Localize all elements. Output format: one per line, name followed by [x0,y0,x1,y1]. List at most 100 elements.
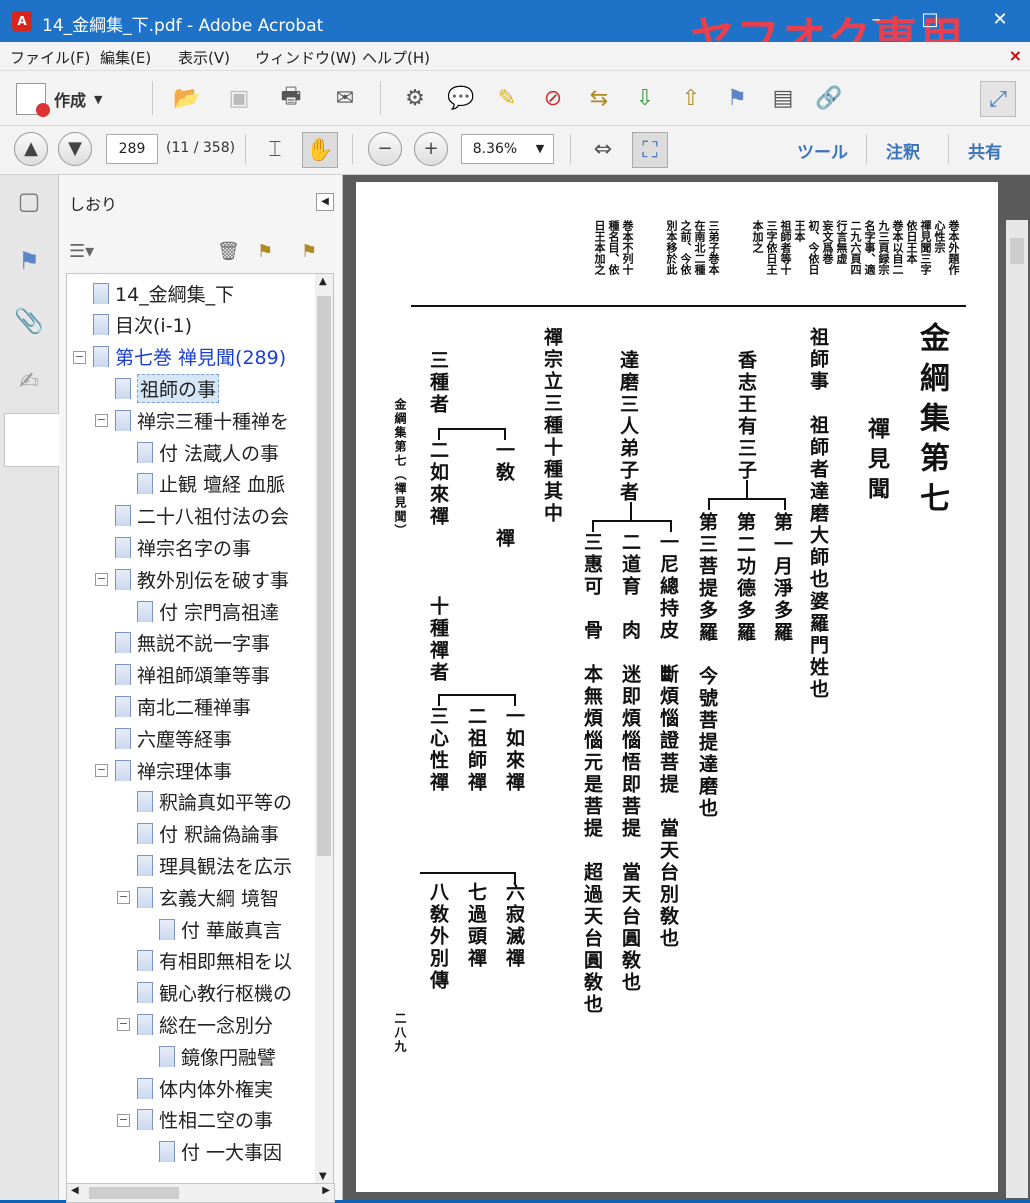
document-vertical-scrollbar[interactable] [1006,220,1028,1198]
menu-view[interactable]: 表示(V) [178,47,230,68]
collapse-toggle-icon[interactable]: − [95,764,108,777]
expand-bookmark-icon[interactable]: ⚑ [301,241,317,262]
head-note: 本加之 [751,220,764,253]
save-icon[interactable]: ▣ [222,81,256,115]
fullscreen-icon[interactable]: ⤢ [980,81,1016,117]
bookmark-item[interactable]: 付 釈論偽論事 [137,819,279,849]
menu-window[interactable]: ウィンドウ(W) [255,47,357,68]
new-bookmark-icon[interactable]: ⚑ [257,241,273,262]
bookmark-item[interactable]: 理具観法を広示 [137,850,292,880]
bookmark-item[interactable]: 南北二種禅事 [115,691,251,721]
bookmark-item[interactable]: 二十八祖付法の会 [115,501,289,531]
scanner-icon[interactable]: ▤ [766,81,800,115]
window-title: 14_金綱集_下.pdf - Adobe Acrobat [42,16,324,36]
bookmark-item[interactable]: 六塵等経事 [115,723,232,753]
insert-page-icon[interactable]: ⇧ [674,81,708,115]
replace-page-icon[interactable]: ⇆ [582,81,616,115]
bookmarks-horizontal-scrollbar[interactable]: ◀ ▶ [66,1183,335,1203]
collapse-toggle-icon[interactable]: − [117,1113,130,1127]
options-menu-icon[interactable]: ☰▾ [69,241,94,262]
page-number-input[interactable]: 289 [106,134,158,164]
scroll-thumb[interactable] [317,296,331,856]
menu-file[interactable]: ファイル(F) [10,47,90,68]
bookmark-item[interactable]: 付 一大事因 [159,1137,282,1167]
delete-page-icon[interactable]: ⊘ [536,81,570,115]
scroll-left-icon[interactable]: ◀ [71,1185,79,1196]
page-thumbnails-icon[interactable]: ▢ [13,187,45,221]
menu-help[interactable]: ヘルプ(H) [362,47,430,68]
comment-link[interactable]: 注釈 [886,138,920,163]
collapse-toggle-icon[interactable]: − [117,1018,130,1032]
bookmark-item[interactable]: 鏡像円融譬 [159,1041,276,1071]
collapse-toggle-icon[interactable]: − [95,573,108,587]
bookmark-item[interactable]: 無説不説一字事 [115,628,270,658]
attachments-icon[interactable]: 📎 [13,307,45,341]
navigation-pane-strip: ▢ ⚑ 📎 ✍ [0,175,59,1200]
bookmarks-icon[interactable]: ⚑ [13,247,45,281]
collapse-toggle-icon[interactable]: − [117,891,130,905]
print-icon[interactable]: 🖶 [274,81,308,115]
previous-page-icon[interactable]: ▲ [14,132,48,166]
bookmark-label: 目次(i-1) [115,315,193,338]
scroll-thumb[interactable] [1010,238,1024,264]
delete-bookmark-icon[interactable]: 🗑 [217,241,240,262]
collapse-toggle-icon[interactable]: − [73,350,86,364]
collapse-panel-icon[interactable]: ◀ [316,193,334,211]
zoom-out-icon[interactable]: − [368,132,402,166]
signatures-icon[interactable]: ✍ [13,367,45,401]
bookmarks-vertical-scrollbar[interactable]: ▲ ▼ [315,273,334,1185]
minimize-icon[interactable]: – [864,8,888,32]
highlight-text-icon[interactable]: ✎ [490,81,524,115]
menu-edit[interactable]: 編集(E) [100,47,151,68]
bookmark-item[interactable]: 付 宗門高祖達 [137,596,279,626]
bookmark-item[interactable]: 禅宗名字の事 [115,532,251,562]
bookmark-item[interactable]: − 禅宗理体事 [95,755,232,785]
bookmark-item[interactable]: − 性相二空の事 [117,1105,273,1135]
document-close-icon[interactable]: × [1009,46,1022,65]
bookmark-item[interactable]: 観心教行枢機の [137,978,292,1008]
comment-icon[interactable]: 💬 [444,81,478,115]
scroll-right-icon[interactable]: ▶ [322,1185,330,1196]
fit-page-icon[interactable]: ⛶ [632,132,668,168]
maximize-icon[interactable]: □ [918,8,942,32]
zoom-in-icon[interactable]: + [414,132,448,166]
email-icon[interactable]: ✉ [328,81,362,115]
scroll-thumb[interactable] [89,1187,179,1199]
extract-page-icon[interactable]: ⇩ [628,81,662,115]
bookmark-label: 付 釈論偽論事 [159,824,280,847]
bookmark-item[interactable]: − 総在一念別分 [117,1009,273,1039]
link-icon[interactable]: 🔗 [812,81,846,115]
bookmark-item[interactable]: 禅祖師頌筆等事 [115,660,270,690]
bookmark-item[interactable]: 14_金綱集_下 [93,278,234,308]
zoom-dropdown-icon[interactable]: ▼ [527,134,554,164]
bookmark-item[interactable]: − 玄義大綱 境智 [117,882,279,912]
collapse-toggle-icon[interactable]: − [95,414,108,428]
fit-width-icon[interactable]: ⇔ [586,132,620,166]
bookmark-item[interactable]: − 教外別伝を破す事 [95,564,289,594]
bookmark-item[interactable]: 付 華厳真言 [159,914,282,944]
bookmark-icon [137,600,153,622]
bookmark-item[interactable]: 目次(i-1) [93,310,192,340]
bookmark-item[interactable]: 付 法蔵人の事 [137,437,279,467]
bookmark-item[interactable]: 釈論真如平等の [137,787,292,817]
close-icon[interactable]: ✕ [988,8,1012,32]
next-page-icon[interactable]: ▼ [58,132,92,166]
bookmark-item[interactable]: 止観 壇経 血脈 [137,469,285,499]
bookmark-add-icon[interactable]: ⚑ [720,81,754,115]
bookmark-item[interactable]: 体内体外権実 [137,1073,273,1103]
bookmark-item[interactable]: 祖師の事 [115,373,220,403]
bookmark-item[interactable]: 有相即無相を以 [137,946,292,976]
toolbar-separator [152,81,153,115]
bookmark-item[interactable]: − 第七巻 禅見聞(289) [73,342,286,372]
select-cursor-icon[interactable]: ⌶ [258,132,292,166]
bookmark-item[interactable]: − 禅宗三種十種禅を [95,405,289,435]
zoom-level-input[interactable]: 8.36% [461,134,529,164]
scroll-down-icon[interactable]: ▼ [319,1171,327,1182]
scroll-up-icon[interactable]: ▲ [319,276,327,287]
hand-tool-icon[interactable]: ✋ [302,132,338,168]
share-link[interactable]: 共有 [968,138,1002,163]
tools-link[interactable]: ツール [797,138,848,163]
create-button[interactable]: 作成 ▼ [16,83,102,117]
settings-gear-icon[interactable]: ⚙ [398,81,432,115]
open-folder-icon[interactable]: 📂 [170,81,204,115]
